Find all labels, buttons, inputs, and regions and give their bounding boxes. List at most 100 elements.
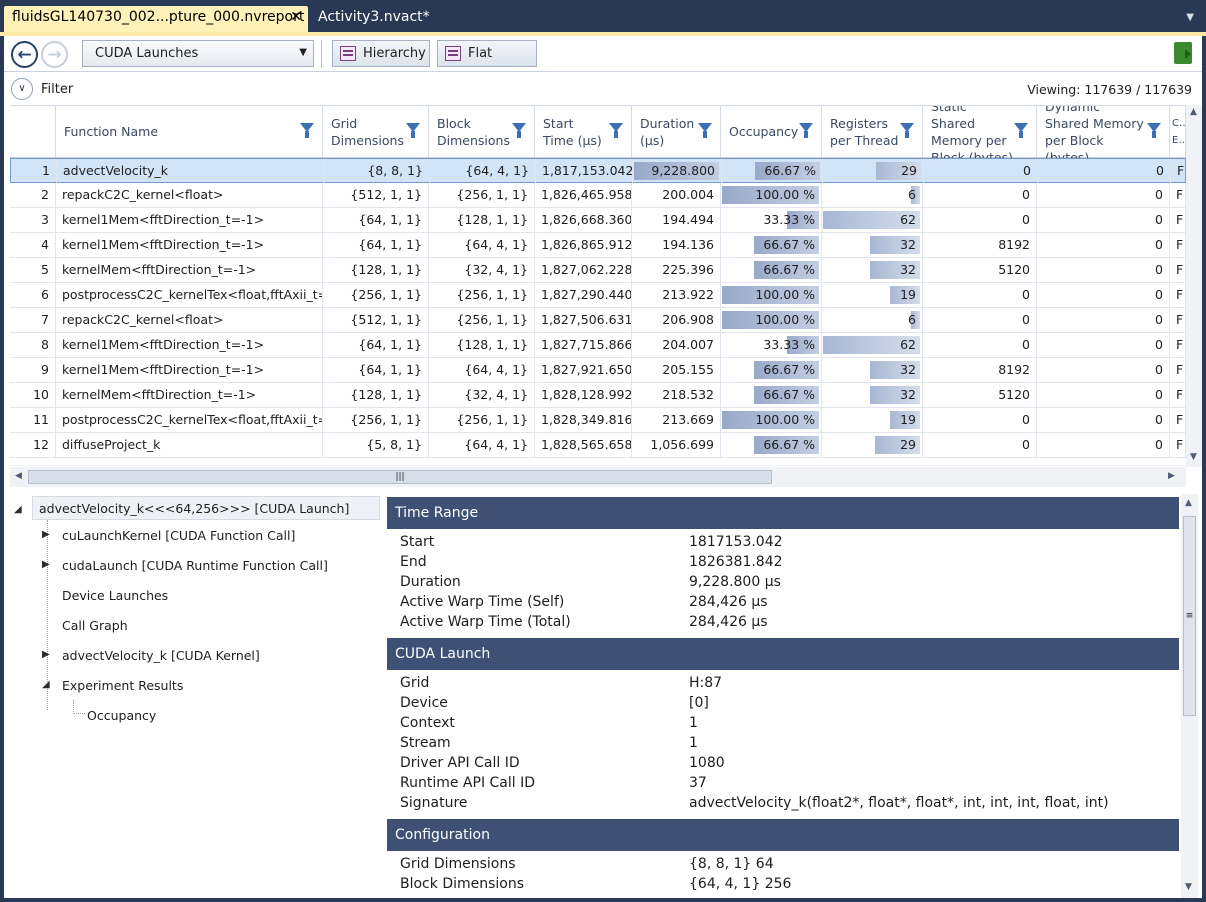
close-icon[interactable]: ✕: [290, 9, 302, 25]
tree-item-experiment-results[interactable]: Experiment Results: [62, 674, 183, 698]
column-header-function-name[interactable]: Function Name: [56, 106, 323, 158]
column-header-occupancy[interactable]: Occupancy: [721, 106, 822, 158]
tree-item-occupancy[interactable]: Occupancy: [87, 704, 156, 728]
tree-item-device-launches[interactable]: Device Launches: [62, 584, 168, 608]
cell-text: F: [1176, 362, 1184, 377]
scroll-up-icon[interactable]: ▲: [1185, 498, 1192, 508]
property-row: Context 1: [387, 713, 1179, 733]
tab-activity[interactable]: Activity3.nvact*: [310, 6, 438, 32]
collapse-icon[interactable]: ◢: [42, 679, 50, 690]
column-header-registers[interactable]: Registers per Thread: [822, 106, 923, 158]
filter-expand-icon[interactable]: ∨: [11, 78, 33, 100]
cell-text: 194.494: [662, 212, 714, 227]
scroll-down-icon[interactable]: ▼: [1185, 882, 1192, 892]
filter-label[interactable]: Filter: [41, 82, 73, 97]
cell-duration: 213.669: [632, 408, 721, 432]
scroll-down-icon[interactable]: ▼: [1190, 452, 1197, 462]
properties-scroll-thumb[interactable]: ≡: [1183, 516, 1196, 716]
view-selector-dropdown[interactable]: CUDA Launches ▼: [82, 40, 314, 67]
cell-function-name: kernel1Mem<fftDirection_t=-1>: [56, 358, 323, 382]
cell-text: {256, 1, 1}: [456, 312, 528, 327]
cell-registers: 32: [822, 358, 923, 382]
cell-start-time: 1,826,668.360: [535, 208, 632, 232]
section-header-cuda-launch[interactable]: CUDA Launch: [387, 638, 1179, 670]
cell-static-shared: 0: [924, 159, 1038, 183]
tab-nvreport[interactable]: fluidsGL140730_002...pture_000.nvreport …: [4, 6, 308, 32]
filter-icon[interactable]: [900, 123, 914, 139]
pane-splitter[interactable]: [4, 487, 1202, 494]
tree-item-cudalaunch[interactable]: cudaLaunch [CUDA Runtime Function Call]: [62, 554, 328, 578]
column-header-duration[interactable]: Duration (µs): [632, 106, 721, 158]
cell-text: 1,828,349.816: [541, 412, 632, 427]
tree-item-root[interactable]: advectVelocity_k<<<64,256>>> [CUDA Launc…: [32, 496, 380, 520]
expand-icon[interactable]: ▶: [42, 529, 50, 540]
column-header-grid-dimensions[interactable]: Grid Dimensions: [323, 106, 429, 158]
export-excel-icon[interactable]: [1174, 42, 1192, 64]
filter-icon[interactable]: [799, 123, 813, 139]
column-header-dynamic-shared[interactable]: Dynamic Shared Memory per Block (bytes): [1037, 106, 1170, 165]
table-row[interactable]: 11 postprocessC2C_kernelTex<float,fftAxii…: [10, 408, 1186, 433]
flat-button[interactable]: Flat: [437, 40, 537, 67]
scroll-right-icon[interactable]: ▶: [1168, 471, 1175, 481]
table-row[interactable]: 9 kernel1Mem<fftDirection_t=-1> {64, 1, 1}…: [10, 358, 1186, 383]
cell-index: 4: [10, 233, 56, 257]
table-row[interactable]: 12 diffuseProject_k {5, 8, 1} {64, 4, 1} 1,8…: [10, 433, 1186, 458]
table-row[interactable]: 6 postprocessC2C_kernelTex<float,fftAxii_…: [10, 283, 1186, 308]
expand-icon[interactable]: ▶: [42, 559, 50, 570]
scroll-up-icon[interactable]: ▲: [1190, 107, 1197, 117]
filter-icon[interactable]: [1147, 123, 1161, 139]
cell-text: {64, 1, 1}: [358, 337, 422, 352]
filter-icon[interactable]: [609, 123, 623, 139]
table-row[interactable]: 3 kernel1Mem<fftDirection_t=-1> {64, 1, 1}…: [10, 208, 1186, 233]
cell-text: 218.532: [662, 387, 714, 402]
cell-block-dimensions: {32, 4, 1}: [429, 383, 535, 407]
cell-occupancy: 66.67 %: [721, 358, 822, 382]
horizontal-scroll-thumb[interactable]: |||: [28, 470, 772, 484]
forward-arrow-icon[interactable]: →: [41, 41, 68, 68]
filter-icon[interactable]: [1014, 123, 1028, 139]
column-header-static-shared[interactable]: Static Shared Memory per Block (bytes): [923, 106, 1037, 165]
cell-duration: 200.004: [632, 183, 721, 207]
filter-icon[interactable]: [300, 123, 314, 139]
table-row[interactable]: 7 repackC2C_kernel<float> {512, 1, 1} {256,…: [10, 308, 1186, 333]
tab-list-dropdown-icon[interactable]: ▼: [1186, 12, 1194, 23]
cell-text: 1,826,865.912: [541, 237, 632, 252]
column-header-block-dimensions[interactable]: Block Dimensions: [429, 106, 535, 158]
cell-text: 0: [1155, 287, 1163, 302]
collapse-icon[interactable]: ◢: [14, 504, 22, 515]
table-row[interactable]: 8 kernel1Mem<fftDirection_t=-1> {64, 1, 1}…: [10, 333, 1186, 358]
table-row[interactable]: 10 kernelMem<fftDirection_t=-1> {128, 1, 1…: [10, 383, 1186, 408]
properties-vertical-scrollbar[interactable]: ▲ ≡ ▼: [1181, 494, 1198, 898]
cell-static-shared: 0: [923, 183, 1037, 207]
filter-icon[interactable]: [512, 123, 526, 139]
cell-text: 0: [1155, 362, 1163, 377]
table-row[interactable]: 1 advectVelocity_k {8, 8, 1} {64, 4, 1} 1,81…: [10, 158, 1186, 183]
table-row[interactable]: 4 kernel1Mem<fftDirection_t=-1> {64, 1, 1}…: [10, 233, 1186, 258]
cell-text: {128, 1, 1}: [350, 262, 422, 277]
table-row[interactable]: 5 kernelMem<fftDirection_t=-1> {128, 1, 1}…: [10, 258, 1186, 283]
scroll-left-icon[interactable]: ◀: [15, 471, 22, 481]
filter-icon[interactable]: [406, 123, 420, 139]
expand-icon[interactable]: ▶: [42, 649, 50, 660]
cell-static-shared: 0: [923, 283, 1037, 307]
cell-text: 8192: [998, 362, 1030, 377]
tree-item-culaunchkernel[interactable]: cuLaunchKernel [CUDA Function Call]: [62, 524, 295, 548]
tree-item-cuda-kernel[interactable]: advectVelocity_k [CUDA Kernel]: [62, 644, 260, 668]
filter-icon[interactable]: [698, 123, 712, 139]
hierarchy-button[interactable]: Hierarchy: [332, 40, 430, 67]
section-header-configuration[interactable]: Configuration: [387, 819, 1179, 851]
back-arrow-icon[interactable]: ←: [11, 41, 38, 68]
cell-text: postprocessC2C_kernelTex<float,fftAxii_t…: [62, 412, 323, 427]
column-header-start-time[interactable]: Start Time (µs): [535, 106, 632, 158]
cell-text: 6: [41, 287, 49, 302]
column-header-index[interactable]: [10, 106, 56, 158]
cell-text: 1,828,565.658: [541, 437, 632, 452]
table-row[interactable]: 2 repackC2C_kernel<float> {512, 1, 1} {256,…: [10, 183, 1186, 208]
cell-dynamic-shared: 0: [1037, 333, 1170, 357]
section-header-time-range[interactable]: Time Range: [387, 497, 1179, 529]
column-header-next[interactable]: C… E…: [1170, 106, 1186, 158]
table-horizontal-scrollbar[interactable]: ◀ ||| ▶: [10, 467, 1186, 487]
tree-item-call-graph[interactable]: Call Graph: [62, 614, 128, 638]
table-row[interactable]: [10, 458, 1186, 466]
table-vertical-scrollbar[interactable]: ▲ ▼: [1186, 105, 1202, 467]
